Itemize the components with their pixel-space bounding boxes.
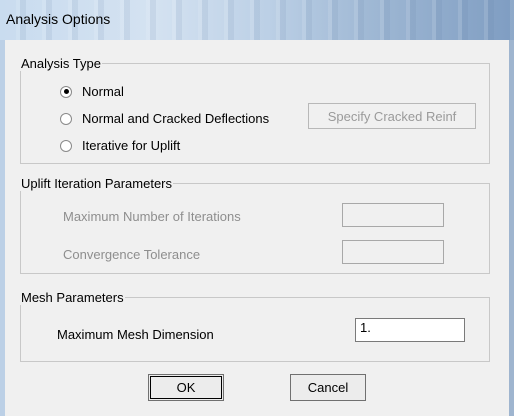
title-bar[interactable]: Analysis Options [0,0,514,40]
window-right-border [509,40,514,416]
radio-iterative-uplift[interactable]: Iterative for Uplift [60,138,180,153]
convergence-tolerance-label: Convergence Tolerance [63,247,201,262]
ok-button[interactable]: OK [148,374,224,401]
window-left-border [0,40,5,416]
cancel-button[interactable]: Cancel [290,374,366,401]
uplift-parameters-legend: Uplift Iteration Parameters [21,176,173,191]
radio-cracked-deflections-label: Normal and Cracked Deflections [82,111,270,126]
max-iterations-label: Maximum Number of Iterations [63,209,241,224]
radio-normal-indicator[interactable] [60,85,72,98]
max-mesh-dimension-label: Maximum Mesh Dimension [57,327,214,342]
radio-normal-label: Normal [82,84,124,99]
radio-normal[interactable]: Normal [60,84,124,99]
analysis-options-dialog: Analysis Options Analysis Type Normal No… [0,0,514,416]
analysis-type-legend: Analysis Type [21,56,101,71]
radio-iterative-uplift-label: Iterative for Uplift [82,138,181,153]
radio-iterative-uplift-indicator[interactable] [60,139,72,152]
window-title: Analysis Options [6,11,111,27]
max-iterations-field[interactable] [342,203,444,227]
max-mesh-dimension-field[interactable]: 1. [355,318,465,342]
convergence-tolerance-field[interactable] [342,240,444,264]
mesh-parameters-legend: Mesh Parameters [21,290,124,305]
radio-cracked-deflections-indicator[interactable] [60,112,72,125]
radio-cracked-deflections[interactable]: Normal and Cracked Deflections [60,111,269,126]
specify-cracked-reinf-button[interactable]: Specify Cracked Reinf [308,103,476,129]
